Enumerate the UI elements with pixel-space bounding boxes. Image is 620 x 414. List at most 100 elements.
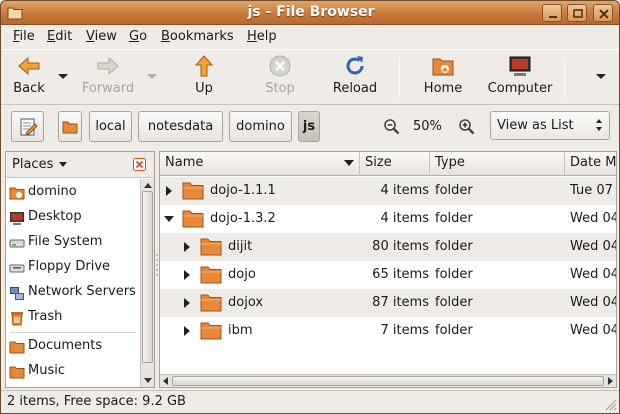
reload-button[interactable]: Reload	[331, 54, 379, 102]
column-header-type[interactable]: Type	[430, 152, 565, 176]
forward-label: Forward	[81, 81, 135, 96]
sidebar-item-label: Network Servers	[28, 284, 136, 299]
sidebar-item-file-system[interactable]: File System	[6, 231, 140, 255]
folder-icon	[9, 341, 25, 354]
forward-button[interactable]: Forward	[81, 54, 135, 102]
folder-icon	[182, 182, 204, 200]
close-sidebar-icon[interactable]	[133, 158, 146, 171]
view-mode-select[interactable]: View as List	[490, 111, 610, 140]
scroll-right-arrow-icon[interactable]	[608, 377, 613, 385]
minimize-button[interactable]	[542, 4, 562, 22]
file-type: folder	[435, 211, 473, 226]
path-crumb-js[interactable]: js	[298, 111, 320, 142]
home-button[interactable]: Home	[421, 54, 465, 102]
path-scroll-left-button[interactable]	[58, 111, 82, 142]
expander-collapsed-icon[interactable]	[184, 242, 190, 252]
sidebar-item-floppy-drive[interactable]: Floppy Drive	[6, 256, 140, 280]
table-row[interactable]: dojo-1.3.2 4 items folder Wed 04	[160, 205, 617, 233]
edit-location-icon	[20, 118, 38, 136]
zoom-out-icon[interactable]	[383, 118, 401, 136]
file-date: Wed 04	[570, 211, 617, 226]
trash-icon	[11, 312, 23, 326]
sidebar-item-trash[interactable]: Trash	[6, 306, 140, 330]
menu-file[interactable]: File	[13, 29, 35, 44]
menu-go-mnemonic: G	[129, 29, 140, 44]
table-row[interactable]: ibm 7 items folder Wed 04	[160, 317, 616, 345]
close-window-button[interactable]	[593, 4, 613, 22]
expander-collapsed-icon[interactable]	[184, 298, 190, 308]
select-arrows-icon	[596, 119, 602, 131]
up-button[interactable]: Up	[185, 54, 223, 102]
menu-help[interactable]: Help	[247, 29, 277, 44]
expander-expanded-icon[interactable]	[164, 216, 174, 222]
status-bar: 2 items, Free space: 9.2 GB	[1, 390, 619, 413]
stop-label: Stop	[265, 81, 295, 96]
file-size: 87 items	[372, 295, 429, 310]
column-name-label: Name	[165, 155, 204, 170]
sidebar-item-network-servers[interactable]: Network Servers	[6, 281, 140, 305]
file-list: Name Size Type Date M dojo-1.1.1 4 items…	[159, 151, 617, 388]
expander-collapsed-icon[interactable]	[184, 326, 190, 336]
table-row[interactable]: dojo 65 items folder Wed 04	[160, 261, 616, 289]
resize-grip-icon[interactable]	[603, 397, 617, 411]
column-header-name[interactable]: Name	[160, 152, 360, 176]
sidebar-item-documents[interactable]: Documents	[6, 335, 140, 359]
toolbar-overflow-button[interactable]	[596, 74, 606, 79]
forward-history-dropdown[interactable]	[147, 74, 157, 79]
path-crumb-local[interactable]: local	[89, 111, 132, 142]
file-list-horizontal-scrollbar[interactable]	[160, 374, 616, 387]
column-date-label: Date M	[570, 155, 617, 170]
file-type: folder	[435, 295, 473, 310]
zoom-in-icon[interactable]	[458, 118, 476, 136]
location-toggle-button[interactable]	[11, 111, 44, 142]
status-text: 2 items, Free space: 9.2 GB	[7, 394, 186, 409]
expander-collapsed-icon[interactable]	[184, 270, 190, 280]
computer-icon	[509, 56, 531, 76]
table-row[interactable]: dojo-1.1.1 4 items folder Tue 07	[160, 177, 616, 205]
sidebar-scroll-thumb[interactable]	[142, 191, 153, 363]
places-divider	[10, 332, 136, 333]
title-bar[interactable]: js - File Browser	[1, 1, 619, 25]
sidebar-item-desktop[interactable]: Desktop	[6, 206, 140, 230]
sidebar-item-label: Documents	[28, 338, 103, 353]
column-header-size[interactable]: Size	[360, 152, 430, 176]
scroll-up-arrow-icon[interactable]	[144, 183, 152, 188]
sidebar-item-label: Desktop	[28, 209, 82, 224]
menu-edit-mnemonic: E	[47, 29, 56, 44]
maximize-icon	[573, 9, 583, 18]
menu-go[interactable]: Go	[129, 29, 147, 44]
path-crumb-domino[interactable]: domino	[229, 111, 292, 142]
maximize-button[interactable]	[567, 4, 587, 22]
places-dropdown[interactable]: Places	[12, 157, 68, 172]
folder-icon	[200, 266, 222, 284]
menu-view[interactable]: View	[86, 29, 117, 44]
file-size: 80 items	[372, 239, 429, 254]
back-history-dropdown[interactable]	[58, 74, 68, 79]
toolbar: Back Forward Up Stop Reload Home Compute…	[1, 49, 619, 105]
home-folder-icon	[9, 187, 25, 200]
stop-button[interactable]: Stop	[259, 54, 301, 102]
zoom-level: 50%	[413, 119, 442, 134]
menu-edit[interactable]: Edit	[47, 29, 72, 44]
computer-button[interactable]: Computer	[485, 54, 555, 102]
scroll-left-arrow-icon[interactable]	[163, 377, 168, 385]
file-type: folder	[435, 323, 473, 338]
menu-bookmarks-mnemonic: B	[161, 29, 170, 44]
column-header-date[interactable]: Date M	[565, 152, 617, 176]
back-button[interactable]: Back	[7, 54, 51, 102]
path-crumb-notesdata[interactable]: notesdata	[138, 111, 223, 142]
horizontal-scroll-thumb[interactable]	[172, 376, 604, 386]
network-icon	[10, 287, 24, 300]
expander-collapsed-icon[interactable]	[166, 186, 172, 196]
table-row[interactable]: dijit 80 items folder Wed 04	[160, 233, 616, 261]
sidebar-scrollbar[interactable]	[140, 179, 154, 387]
scroll-down-arrow-icon[interactable]	[144, 378, 152, 383]
sidebar-item-domino[interactable]: domino	[6, 181, 140, 205]
menu-help-label: elp	[256, 29, 277, 44]
menu-bookmarks-label: ookmarks	[169, 29, 234, 44]
file-name: dijit	[228, 239, 253, 254]
file-name: dojox	[228, 295, 264, 310]
table-row[interactable]: dojox 87 items folder Wed 04	[160, 289, 616, 317]
menu-bookmarks[interactable]: Bookmarks	[161, 29, 234, 44]
sidebar-item-music[interactable]: Music	[6, 360, 140, 384]
